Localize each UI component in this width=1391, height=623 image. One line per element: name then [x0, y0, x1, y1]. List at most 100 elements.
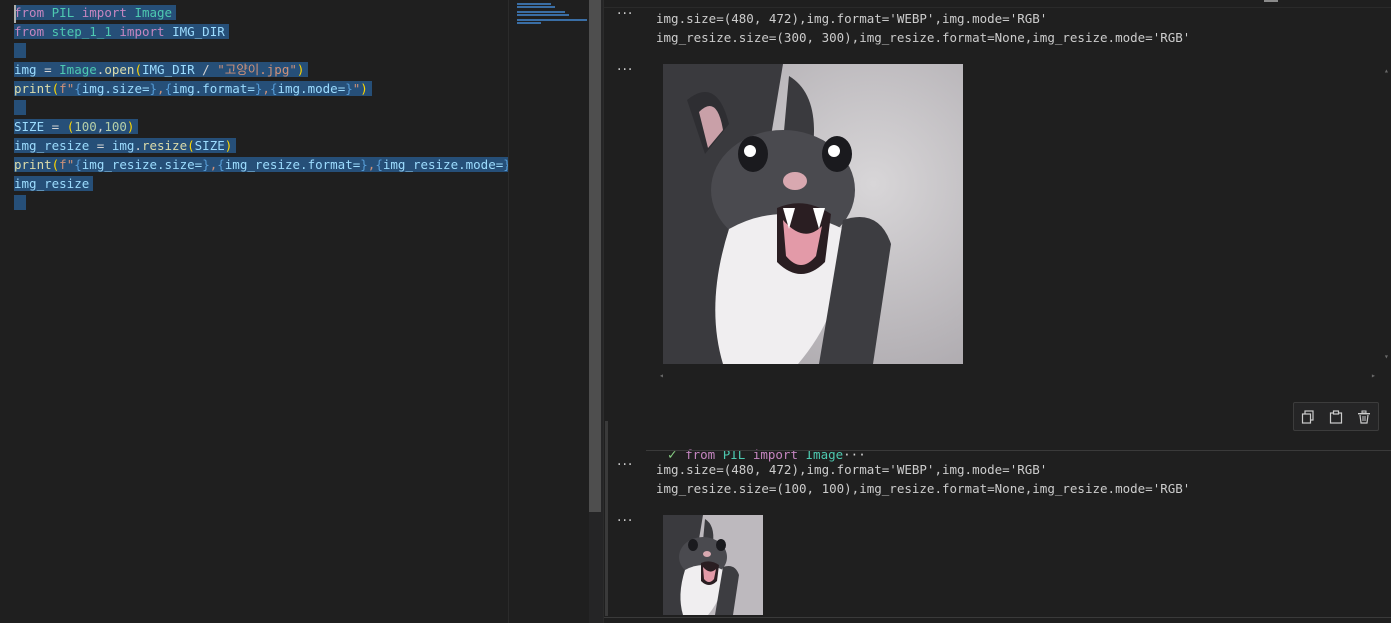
editor-scrollbar-thumb[interactable] — [589, 0, 601, 512]
code-token: Image — [59, 62, 97, 77]
output-text-line: img_resize.size=(100, 100),img_resize.fo… — [656, 481, 1191, 496]
code-token: "고양이.jpg" — [217, 62, 297, 77]
code-line[interactable] — [14, 98, 26, 117]
code-token: = — [44, 119, 67, 134]
code-token: step_1_1 — [51, 24, 112, 39]
code-token: { — [164, 81, 173, 96]
code-token: open — [104, 62, 135, 77]
copy-icon[interactable] — [1300, 409, 1316, 425]
selected-code: from PIL import Image — [14, 5, 177, 20]
code-token: PIL — [51, 5, 75, 20]
code-token: f" — [59, 157, 75, 172]
minimap[interactable] — [509, 0, 589, 623]
output-more-button[interactable]: ··· — [617, 457, 633, 473]
selected-code: img_resize = img.resize(SIZE) — [14, 138, 237, 153]
selected-code: img = Image.open(IMG_DIR / "고양이.jpg") — [14, 62, 309, 77]
code-line[interactable]: from PIL import Image — [14, 3, 177, 22]
panel-top-marker — [1264, 0, 1278, 2]
code-line[interactable] — [14, 193, 26, 212]
collapsed-cell-header[interactable]: ✓ from PIL import Image··· — [652, 428, 866, 462]
code-token: } — [345, 81, 353, 96]
code-token: { — [74, 157, 82, 172]
code-token: ( — [134, 62, 142, 77]
output-image-cat-small — [663, 515, 763, 615]
code-line[interactable]: img_resize — [14, 174, 94, 193]
code-token: img_resize — [14, 176, 90, 191]
scroll-left-icon[interactable]: ◂ — [659, 371, 664, 380]
code-token: { — [375, 157, 383, 172]
code-line[interactable]: SIZE = (100,100) — [14, 117, 139, 136]
panel-bottom-border — [604, 617, 1391, 618]
selected-code — [14, 43, 26, 58]
code-token: , — [157, 81, 165, 96]
code-token: IMG_DIR — [172, 24, 225, 39]
text-cursor — [14, 5, 16, 23]
code-line[interactable] — [14, 41, 26, 60]
scroll-up-icon[interactable]: ▴ — [1384, 66, 1389, 75]
code-token: img_resize.mode= — [382, 157, 504, 172]
selected-code — [14, 195, 26, 210]
code-line[interactable]: img_resize = img.resize(SIZE) — [14, 136, 237, 155]
selected-code: from step_1_1 import IMG_DIR — [14, 24, 229, 39]
cell-toolbar — [1293, 402, 1379, 431]
code-token: IMG_DIR — [141, 62, 195, 77]
code-token: { — [217, 157, 225, 172]
output-text-line: img.size=(480, 472),img.format='WEBP',im… — [656, 11, 1048, 26]
code-token: img_resize.format= — [224, 157, 361, 172]
code-token: 100 — [104, 119, 127, 134]
code-token: import — [81, 5, 127, 20]
code-token: print — [14, 81, 52, 96]
code-token: img — [14, 62, 37, 77]
code-token: img_resize.size= — [81, 157, 203, 172]
output-more-button[interactable]: ··· — [617, 513, 633, 529]
code-token: , — [262, 81, 270, 96]
code-line[interactable]: img = Image.open(IMG_DIR / "고양이.jpg") — [14, 60, 309, 79]
code-editor[interactable]: from PIL import Image from step_1_1 impor… — [0, 0, 530, 623]
scroll-right-icon[interactable]: ▸ — [1371, 371, 1376, 380]
code-token: img_resize — [14, 138, 90, 153]
selected-code — [14, 100, 26, 115]
code-token: from — [14, 24, 45, 39]
code-token: Image — [134, 5, 173, 20]
cell-focus-bar[interactable] — [605, 421, 608, 616]
code-token: } — [149, 81, 158, 96]
code-token: ) — [360, 81, 368, 96]
code-token: ) — [126, 119, 135, 134]
output-more-button[interactable]: ··· — [617, 6, 633, 22]
code-token: ( — [187, 138, 195, 153]
code-token: / — [194, 62, 218, 77]
paste-icon[interactable] — [1328, 409, 1344, 425]
selected-code: print(f"{img.size=},{img.format=},{img.m… — [14, 81, 372, 96]
code-token: resize — [141, 138, 188, 153]
output-text-line: img.size=(480, 472),img.format='WEBP',im… — [656, 462, 1048, 477]
output-more-button[interactable]: ··· — [617, 62, 633, 78]
scroll-down-icon[interactable]: ▾ — [1384, 352, 1389, 361]
code-token: from — [14, 5, 45, 20]
code-token: . — [134, 138, 142, 153]
code-token: img.size= — [81, 81, 150, 96]
output-text-line: img_resize.size=(300, 300),img_resize.fo… — [656, 30, 1191, 45]
selected-code: img_resize — [14, 176, 94, 191]
code-token: ) — [224, 138, 233, 153]
selected-code: print(f"{img_resize.size=},{img_resize.f… — [14, 157, 530, 172]
code-token: = — [89, 138, 112, 153]
trash-icon[interactable] — [1356, 409, 1372, 425]
code-token: 100 — [74, 119, 97, 134]
code-token: print — [14, 157, 52, 172]
output-image-cat-large — [663, 64, 963, 364]
code-token: f" — [59, 81, 75, 96]
cell-separator — [646, 450, 1391, 451]
code-token: } — [202, 157, 210, 172]
code-line[interactable]: print(f"{img.size=},{img.format=},{img.m… — [14, 79, 372, 98]
code-line[interactable]: from step_1_1 import IMG_DIR — [14, 22, 229, 41]
code-token: } — [360, 157, 368, 172]
code-line[interactable]: print(f"{img_resize.size=},{img_resize.f… — [14, 155, 530, 174]
code-token: = — [36, 62, 60, 77]
selected-code: SIZE = (100,100) — [14, 119, 139, 134]
code-token: import — [119, 24, 165, 39]
code-token: ) — [296, 62, 305, 77]
